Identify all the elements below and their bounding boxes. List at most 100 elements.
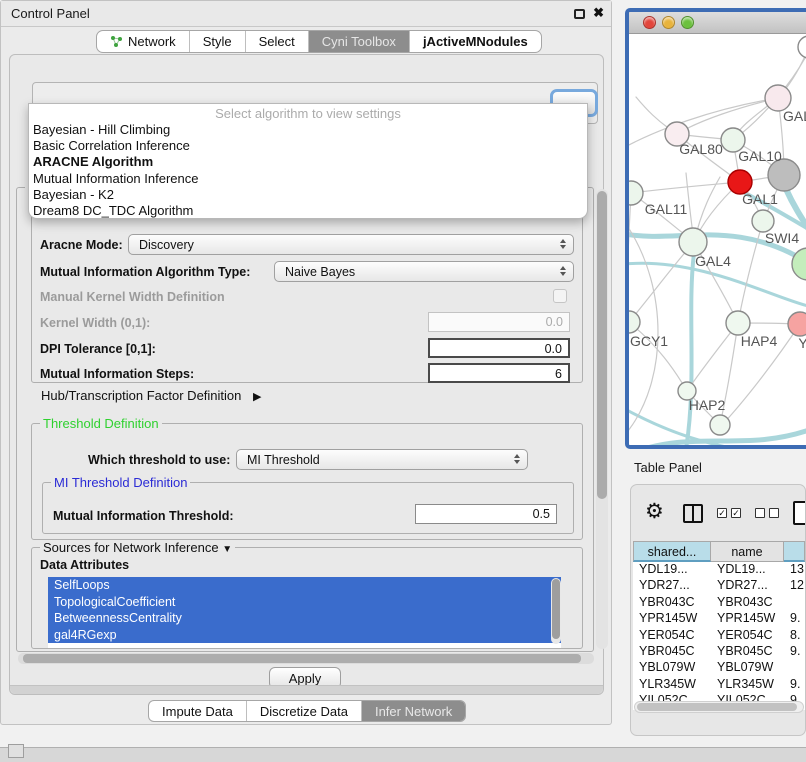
table-cell[interactable] [784, 595, 805, 611]
table-cell[interactable]: YLR345W [633, 677, 711, 693]
network-node-hap4[interactable] [726, 311, 750, 335]
sources-group-title[interactable]: Sources for Network Inference ▼ [40, 540, 235, 555]
tab-discretize-data[interactable]: Discretize Data [246, 701, 361, 721]
table-cell[interactable]: YDL19... [633, 562, 711, 578]
kernel-width-field[interactable]: 0.0 [428, 312, 570, 332]
network-edge[interactable] [629, 98, 778, 147]
column-header-clipped[interactable] [784, 541, 805, 562]
table-row[interactable]: YBR043CYBR043C [633, 595, 805, 611]
split-columns-icon[interactable] [683, 504, 703, 523]
new-column-icon[interactable] [793, 501, 806, 525]
network-node-gal4[interactable] [679, 228, 707, 256]
scrollbar-thumb[interactable] [597, 191, 607, 499]
dpi-tolerance-field[interactable]: 0.0 [428, 338, 570, 358]
dropdown-item[interactable]: Bayesian - Hill Climbing [29, 122, 587, 138]
mi-type-combobox[interactable]: Naive Bayes [274, 261, 574, 282]
network-node-gal11[interactable] [629, 181, 643, 205]
table-cell[interactable]: YBL079W [633, 660, 711, 676]
aracne-mode-combobox[interactable]: Discovery [128, 234, 574, 255]
table-cell[interactable]: 9. [784, 611, 805, 627]
table-row[interactable]: YER054CYER054C8. [633, 628, 805, 644]
network-node[interactable] [798, 36, 806, 58]
table-row[interactable]: YDR27...YDR27...12 [633, 578, 805, 594]
table-cell[interactable]: YER054C [711, 628, 784, 644]
network-node-label: SWI4 [765, 230, 799, 246]
network-node-swi4[interactable] [752, 210, 774, 232]
network-edge[interactable] [631, 182, 740, 193]
float-panel-icon[interactable] [574, 9, 585, 19]
list-item[interactable]: SelfLoops [48, 577, 561, 594]
mi-steps-field[interactable]: 6 [428, 363, 570, 383]
gear-icon[interactable]: ⚙ [645, 499, 664, 524]
table-cell[interactable]: YBR043C [633, 595, 711, 611]
table-cell[interactable]: YDR27... [633, 578, 711, 594]
network-node[interactable] [710, 415, 730, 435]
list-vertical-scrollbar[interactable] [551, 578, 561, 644]
tab-network[interactable]: Network [97, 31, 189, 52]
tab-cyni-toolbox[interactable]: Cyni Toolbox [308, 31, 409, 52]
scrollbar-thumb[interactable] [637, 703, 797, 711]
list-item[interactable]: BetweennessCentrality [48, 610, 561, 627]
mi-threshold-field[interactable]: 0.5 [415, 504, 557, 524]
dropdown-item[interactable]: Dream8 DC_TDC Algorithm [29, 203, 587, 219]
table-cell[interactable]: 13 [784, 562, 805, 578]
tab-jactivemnodules[interactable]: jActiveMNodules [409, 31, 541, 52]
table-cell[interactable]: 9. [784, 644, 805, 660]
table-cell[interactable]: YLR345W [711, 677, 784, 693]
table-row[interactable]: YBR045CYBR045C9. [633, 644, 805, 660]
column-header-shared-name[interactable]: shared... [633, 541, 711, 562]
dropdown-item[interactable]: Basic Correlation Inference [29, 138, 587, 154]
settings-vertical-scrollbar[interactable] [596, 189, 608, 649]
tab-infer-network[interactable]: Infer Network [361, 701, 465, 721]
table-cell[interactable]: YDR27... [711, 578, 784, 594]
scrollbar-thumb[interactable] [552, 579, 560, 639]
table-row[interactable]: YBL079WYBL079W [633, 660, 805, 676]
zoom-window-icon[interactable] [681, 16, 694, 29]
table-cell[interactable]: YER054C [633, 628, 711, 644]
table-cell[interactable]: YBR043C [711, 595, 784, 611]
bottom-left-grip[interactable] [8, 744, 24, 758]
data-attributes-list[interactable]: SelfLoops TopologicalCoefficient Between… [48, 577, 561, 648]
network-canvas[interactable]: GALGAL80GAL10GAL1GAL11SWI4GAL4GCY1HAP4YH… [629, 34, 806, 445]
minimize-window-icon[interactable] [662, 16, 675, 29]
table-cell[interactable] [784, 660, 805, 676]
network-edge[interactable] [686, 253, 694, 445]
table-cell[interactable]: YPR145W [633, 611, 711, 627]
close-window-icon[interactable] [643, 16, 656, 29]
select-all-checkbox-icon[interactable]: ✓ [717, 508, 727, 518]
table-row[interactable]: YPR145WYPR145W9. [633, 611, 805, 627]
network-edge[interactable] [629, 242, 694, 322]
table-cell[interactable]: YBR045C [711, 644, 784, 660]
table-cell[interactable]: YPR145W [711, 611, 784, 627]
network-edge[interactable] [687, 323, 738, 391]
deselect-all-checkbox-icon[interactable] [755, 508, 765, 518]
table-cell[interactable]: YBR045C [633, 644, 711, 660]
tab-impute-data[interactable]: Impute Data [149, 701, 246, 721]
tab-select[interactable]: Select [245, 31, 308, 52]
table-row[interactable]: YDL19...YDL19...13 [633, 562, 805, 578]
table-horizontal-scrollbar[interactable] [634, 701, 804, 713]
dropdown-item-selected[interactable]: ARACNE Algorithm [29, 154, 587, 170]
tab-style[interactable]: Style [189, 31, 245, 52]
select-all-checkbox-icon[interactable]: ✓ [731, 508, 741, 518]
which-threshold-combobox[interactable]: MI Threshold [236, 449, 528, 470]
table-cell[interactable]: 8. [784, 628, 805, 644]
table-cell[interactable]: 9. [784, 677, 805, 693]
column-header-name[interactable]: name [711, 541, 784, 562]
hub-definition-expander[interactable]: Hub/Transcription Factor Definition ▶ [41, 388, 261, 403]
table-row[interactable]: YLR345WYLR345W9. [633, 677, 805, 693]
close-panel-icon[interactable]: ✖ [593, 5, 604, 21]
network-edge[interactable] [629, 193, 631, 311]
table-cell[interactable]: YDL19... [711, 562, 784, 578]
dropdown-item[interactable]: Bayesian - K2 [29, 187, 587, 203]
table-cell[interactable]: 12 [784, 578, 805, 594]
table-cell[interactable]: YBL079W [711, 660, 784, 676]
deselect-all-checkbox-icon[interactable] [769, 508, 779, 518]
list-item[interactable]: gal4RGexp [48, 627, 561, 644]
manual-kernel-checkbox[interactable] [553, 289, 567, 303]
settings-horizontal-scrollbar[interactable] [18, 653, 594, 664]
dropdown-item[interactable]: Mutual Information Inference [29, 171, 587, 187]
scrollbar-thumb[interactable] [23, 654, 581, 663]
network-node-y[interactable] [788, 312, 806, 336]
list-item[interactable]: TopologicalCoefficient [48, 594, 561, 611]
